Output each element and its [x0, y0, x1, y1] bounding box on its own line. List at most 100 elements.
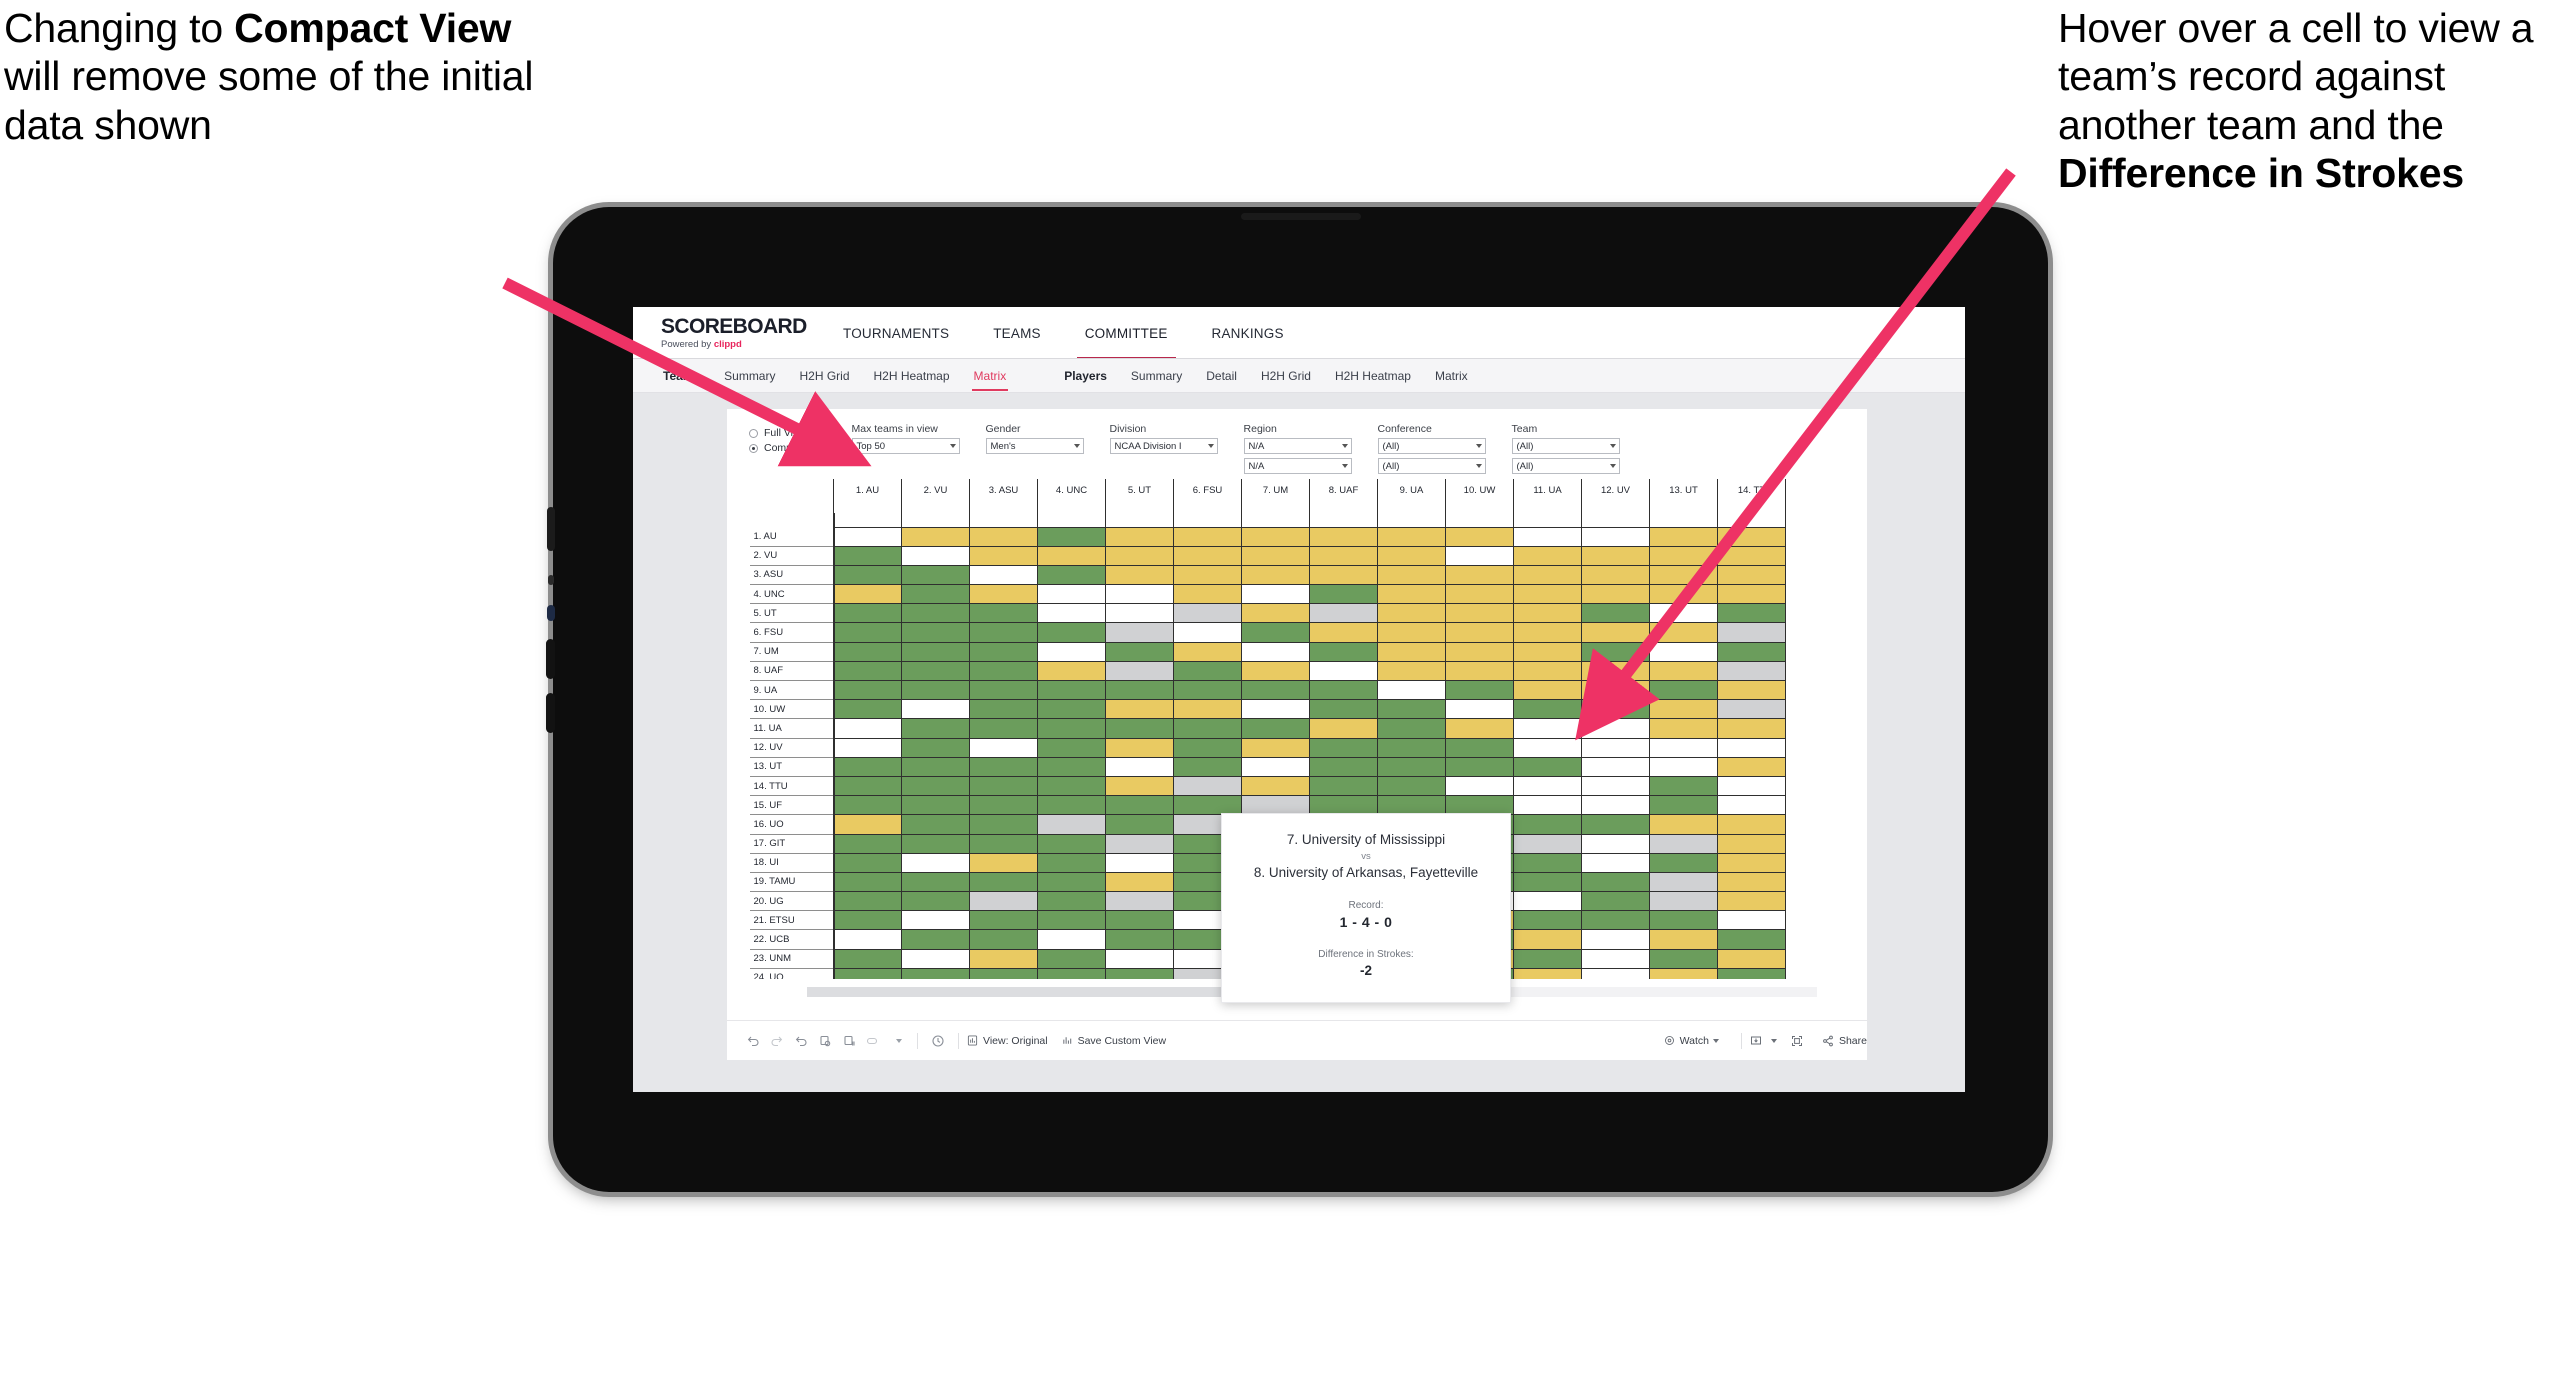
matrix-column-header[interactable]: 4. UNC [1037, 479, 1106, 513]
matrix-cell[interactable] [833, 641, 902, 662]
matrix-cell[interactable] [1037, 564, 1106, 586]
filter-max-teams-select[interactable]: Top 50 [851, 438, 960, 454]
matrix-row-header[interactable]: 19. TAMU [749, 872, 835, 893]
matrix-cell[interactable] [1105, 526, 1174, 547]
matrix-cell[interactable] [1445, 679, 1514, 701]
matrix-cell[interactable] [1513, 679, 1582, 701]
matrix-cell[interactable] [1241, 564, 1310, 586]
matrix-cell[interactable] [1037, 795, 1106, 816]
matrix-cell[interactable] [1717, 891, 1786, 912]
matrix-cell[interactable] [901, 526, 970, 547]
matrix-cell[interactable] [1513, 718, 1582, 739]
matrix-cell[interactable] [1581, 603, 1650, 624]
matrix-row-header[interactable]: 16. UO [749, 814, 835, 835]
matrix-cell[interactable] [833, 564, 902, 586]
matrix-cell[interactable] [833, 852, 902, 873]
matrix-cell[interactable] [1717, 622, 1786, 643]
matrix-row-header[interactable]: 12. UV [749, 738, 835, 758]
matrix-cell[interactable] [833, 526, 902, 547]
matrix-cell[interactable] [969, 545, 1038, 566]
matrix-cell[interactable] [1581, 833, 1650, 854]
matrix-cell[interactable] [1649, 967, 1718, 979]
matrix-cell[interactable] [1309, 622, 1378, 643]
matrix-cell[interactable] [1037, 756, 1106, 777]
matrix-cell[interactable] [1581, 871, 1650, 893]
matrix-cell[interactable] [1377, 545, 1446, 566]
matrix-cell[interactable] [1377, 584, 1446, 605]
matrix-cell[interactable] [1105, 545, 1174, 566]
matrix-cell[interactable] [1649, 910, 1718, 931]
matrix-cell[interactable] [1173, 622, 1242, 643]
share-button[interactable]: Share [1822, 1035, 1867, 1047]
matrix-cell[interactable] [1309, 718, 1378, 739]
matrix-cell[interactable] [969, 795, 1038, 816]
matrix-cell[interactable] [1445, 660, 1514, 682]
matrix-cell[interactable] [1105, 737, 1174, 758]
matrix-cell[interactable] [1513, 967, 1582, 979]
matrix-cell[interactable] [833, 910, 902, 931]
matrix-column-header[interactable]: 1. AU [833, 479, 902, 513]
matrix-cell[interactable] [1649, 564, 1718, 586]
matrix-cell[interactable] [1581, 526, 1650, 547]
matrix-cell[interactable] [1377, 737, 1446, 758]
matrix-cell[interactable] [833, 699, 902, 720]
matrix-cell[interactable] [1581, 775, 1650, 797]
matrix-cell[interactable] [1581, 852, 1650, 873]
matrix-cell[interactable] [1037, 967, 1106, 979]
matrix-cell[interactable] [1513, 660, 1582, 682]
matrix-row-header[interactable]: 7. UM [749, 642, 835, 662]
history-clock-icon[interactable] [926, 1029, 950, 1053]
matrix-cell[interactable] [833, 814, 902, 835]
download-button[interactable] [1750, 1035, 1777, 1047]
matrix-cell[interactable] [901, 564, 970, 586]
matrix-cell[interactable] [1649, 545, 1718, 566]
matrix-column-header[interactable]: 9. UA [1377, 479, 1446, 513]
matrix-cell[interactable] [1717, 526, 1786, 547]
matrix-cell[interactable] [1037, 910, 1106, 931]
matrix-cell[interactable] [1649, 929, 1718, 950]
matrix-cell[interactable] [1717, 718, 1786, 739]
matrix-cell[interactable] [1377, 526, 1446, 547]
matrix-cell[interactable] [1105, 967, 1174, 979]
revert-icon[interactable] [789, 1029, 813, 1053]
matrix-cell[interactable] [1173, 756, 1242, 777]
matrix-cell[interactable] [901, 910, 970, 931]
matrix-cell[interactable] [901, 641, 970, 662]
matrix-cell[interactable] [833, 775, 902, 797]
matrix-row-header[interactable]: 2. VU [749, 546, 835, 566]
matrix-cell[interactable] [1105, 891, 1174, 912]
matrix-cell[interactable] [1241, 795, 1310, 816]
matrix-cell[interactable] [901, 622, 970, 643]
matrix-cell[interactable] [1513, 929, 1582, 950]
matrix-cell[interactable] [1037, 852, 1106, 873]
matrix-cell[interactable] [1377, 603, 1446, 624]
matrix-row-header[interactable]: 22. UCB [749, 929, 835, 950]
redo-icon[interactable] [765, 1029, 789, 1053]
matrix-cell[interactable] [1649, 891, 1718, 912]
matrix-row-header[interactable]: 23. UNM [749, 949, 835, 969]
matrix-row-header[interactable]: 6. FSU [749, 622, 835, 643]
matrix-cell[interactable] [1445, 795, 1514, 816]
matrix-cell[interactable] [1309, 526, 1378, 547]
matrix-cell[interactable] [1581, 545, 1650, 566]
matrix-cell[interactable] [1037, 641, 1106, 662]
matrix-cell[interactable] [1241, 545, 1310, 566]
matrix-cell[interactable] [833, 929, 902, 950]
matrix-cell[interactable] [833, 795, 902, 816]
matrix-cell[interactable] [1445, 545, 1514, 566]
matrix-column-header[interactable]: 10. UW [1445, 479, 1514, 513]
matrix-column-header[interactable]: 6. FSU [1173, 479, 1242, 513]
matrix-cell[interactable] [1241, 737, 1310, 758]
filter-division-select[interactable]: NCAA Division I [1109, 438, 1218, 454]
matrix-cell[interactable] [1445, 603, 1514, 624]
matrix-cell[interactable] [1445, 526, 1514, 547]
matrix-cell[interactable] [1581, 948, 1650, 969]
matrix-cell[interactable] [1377, 641, 1446, 662]
matrix-cell[interactable] [1649, 526, 1718, 547]
matrix-cell[interactable] [901, 833, 970, 854]
matrix-cell[interactable] [1513, 641, 1582, 662]
topnav-committee[interactable]: COMMITTEE [1063, 307, 1190, 359]
matrix-cell[interactable] [1241, 699, 1310, 720]
matrix-row-header[interactable]: 5. UT [749, 603, 835, 624]
matrix-cell[interactable] [833, 603, 902, 624]
